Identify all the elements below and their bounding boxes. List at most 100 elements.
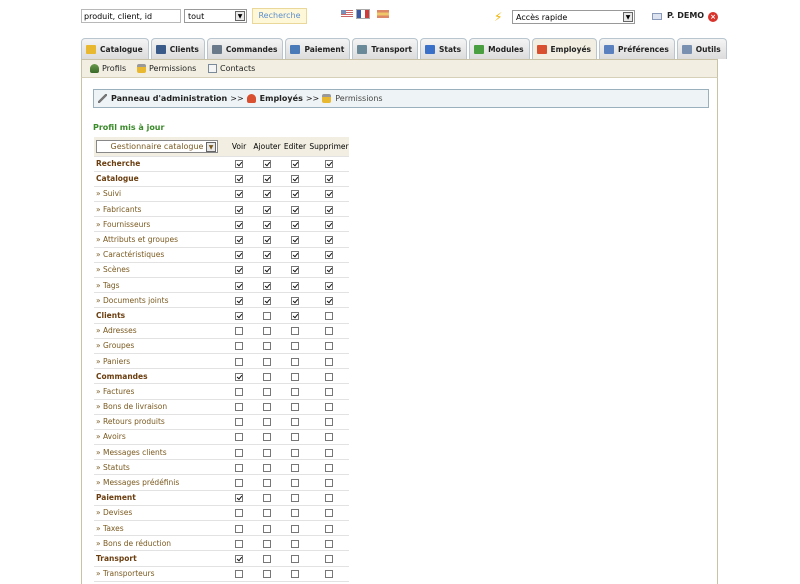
checkbox-supprimer[interactable] [325,448,333,457]
checkbox-supprimer[interactable] [325,266,333,275]
checkbox-editer[interactable] [291,266,299,275]
checkbox-editer[interactable] [291,448,299,457]
checkbox-voir[interactable] [235,342,243,351]
checkbox-voir[interactable] [235,524,243,533]
checkbox-voir[interactable] [235,387,243,396]
checkbox-editer[interactable] [291,236,299,245]
flag-english-icon[interactable] [341,10,353,18]
tab-employés[interactable]: Employés [531,38,598,60]
breadcrumb-root[interactable]: Panneau d'administration [111,94,227,103]
tab-commandes[interactable]: Commandes [206,38,284,59]
checkbox-supprimer[interactable] [325,342,333,351]
checkbox-voir[interactable] [235,539,243,548]
tab-stats[interactable]: Stats [419,38,468,59]
tab-clients[interactable]: Clients [150,38,205,59]
checkbox-ajouter[interactable] [263,175,271,184]
checkbox-editer[interactable] [291,251,299,260]
checkbox-voir[interactable] [235,311,243,320]
checkbox-supprimer[interactable] [325,220,333,229]
checkbox-supprimer[interactable] [325,327,333,336]
checkbox-editer[interactable] [291,372,299,381]
checkbox-editer[interactable] [291,463,299,472]
checkbox-voir[interactable] [235,372,243,381]
checkbox-ajouter[interactable] [263,311,271,320]
checkbox-voir[interactable] [235,251,243,260]
checkbox-ajouter[interactable] [263,433,271,442]
checkbox-ajouter[interactable] [263,327,271,336]
checkbox-supprimer[interactable] [325,281,333,290]
checkbox-voir[interactable] [235,281,243,290]
checkbox-supprimer[interactable] [325,190,333,199]
checkbox-voir[interactable] [235,448,243,457]
checkbox-voir[interactable] [235,509,243,518]
checkbox-supprimer[interactable] [325,554,333,563]
checkbox-ajouter[interactable] [263,236,271,245]
checkbox-editer[interactable] [291,311,299,320]
checkbox-editer[interactable] [291,327,299,336]
flag-spanish-icon[interactable] [377,10,389,18]
checkbox-editer[interactable] [291,387,299,396]
checkbox-editer[interactable] [291,433,299,442]
checkbox-ajouter[interactable] [263,357,271,366]
checkbox-ajouter[interactable] [263,251,271,260]
breadcrumb-section[interactable]: Employés [260,94,303,103]
checkbox-supprimer[interactable] [325,433,333,442]
checkbox-ajouter[interactable] [263,403,271,412]
checkbox-editer[interactable] [291,524,299,533]
flag-french-icon[interactable] [356,9,370,19]
checkbox-supprimer[interactable] [325,296,333,305]
checkbox-ajouter[interactable] [263,190,271,199]
checkbox-supprimer[interactable] [325,160,333,169]
checkbox-voir[interactable] [235,418,243,427]
checkbox-voir[interactable] [235,433,243,442]
subnav-contacts[interactable]: Contacts [208,64,255,73]
checkbox-ajouter[interactable] [263,479,271,488]
checkbox-supprimer[interactable] [325,403,333,412]
checkbox-voir[interactable] [235,266,243,275]
checkbox-voir[interactable] [235,494,243,503]
search-button[interactable]: Recherche [252,8,307,24]
checkbox-ajouter[interactable] [263,220,271,229]
checkbox-editer[interactable] [291,479,299,488]
checkbox-editer[interactable] [291,190,299,199]
checkbox-voir[interactable] [235,220,243,229]
checkbox-supprimer[interactable] [325,251,333,260]
checkbox-ajouter[interactable] [263,554,271,563]
checkbox-supprimer[interactable] [325,372,333,381]
checkbox-supprimer[interactable] [325,524,333,533]
checkbox-ajouter[interactable] [263,296,271,305]
checkbox-editer[interactable] [291,539,299,548]
checkbox-supprimer[interactable] [325,236,333,245]
checkbox-voir[interactable] [235,570,243,579]
user-name[interactable]: P. DEMO [667,11,704,20]
checkbox-ajouter[interactable] [263,524,271,533]
search-input[interactable] [81,9,181,23]
checkbox-supprimer[interactable] [325,205,333,214]
checkbox-ajouter[interactable] [263,266,271,275]
checkbox-voir[interactable] [235,175,243,184]
checkbox-editer[interactable] [291,205,299,214]
checkbox-voir[interactable] [235,479,243,488]
checkbox-voir[interactable] [235,357,243,366]
checkbox-voir[interactable] [235,190,243,199]
tab-catalogue[interactable]: Catalogue [81,38,149,59]
checkbox-ajouter[interactable] [263,418,271,427]
checkbox-editer[interactable] [291,418,299,427]
checkbox-ajouter[interactable] [263,494,271,503]
checkbox-editer[interactable] [291,281,299,290]
subnav-permissions[interactable]: Permissions [137,64,196,73]
checkbox-voir[interactable] [235,296,243,305]
checkbox-ajouter[interactable] [263,342,271,351]
checkbox-voir[interactable] [235,205,243,214]
checkbox-ajouter[interactable] [263,387,271,396]
checkbox-ajouter[interactable] [263,539,271,548]
checkbox-editer[interactable] [291,357,299,366]
search-type-select[interactable]: tout ▼ [184,9,247,23]
checkbox-ajouter[interactable] [263,463,271,472]
logout-icon[interactable]: × [708,12,718,22]
checkbox-supprimer[interactable] [325,311,333,320]
tab-transport[interactable]: Transport [352,38,418,59]
tab-modules[interactable]: Modules [469,38,530,59]
checkbox-ajouter[interactable] [263,281,271,290]
checkbox-editer[interactable] [291,509,299,518]
